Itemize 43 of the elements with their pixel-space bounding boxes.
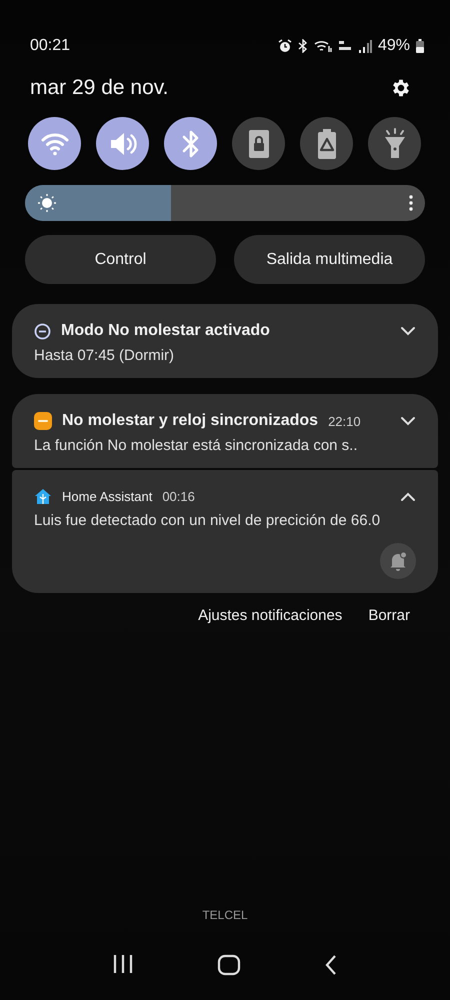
wifi-icon [314,39,332,53]
bluetooth-icon [180,128,200,158]
notification-card[interactable]: Modo No molestar activado Hasta 07:45 (Dormir) [12,304,438,378]
notification-time: 00:16 [162,489,195,504]
notification-text: Hasta 07:45 (Dormir) [34,347,176,364]
date: mar 29 de nov. [30,76,169,100]
back-icon [324,954,338,976]
power-saving-icon [316,128,336,160]
expand-icon[interactable] [400,326,416,336]
notification-time: 22:10 [328,414,361,428]
snooze-button[interactable] [380,543,416,579]
battery-percent: 49% [378,37,410,55]
notification-card[interactable]: Home Assistant 00:16 Luis fue detectado con un nivel de precición de 66.0 [12,470,438,593]
notification-title: Home Assistant [62,489,152,504]
more-icon[interactable] [409,194,413,212]
notification-title: No molestar y reloj sincronizados [62,412,318,430]
home-icon [216,954,241,976]
carrier-name: TELCEL [201,908,249,922]
battery-icon [416,39,424,53]
notification-title: Modo No molestar activado [61,322,270,340]
wifi-icon [40,130,70,156]
notification-card[interactable]: No molestar y reloj sincronizados 22:10 La función No molestar está sincronizada con s.. [12,394,438,468]
notification-action[interactable]: Borrar [368,607,410,624]
brightness-slider[interactable] [25,185,425,221]
house-icon [34,488,52,505]
panel-button[interactable]: Salida multimedia [234,235,425,284]
bell-icon [388,551,408,571]
sun-icon [38,194,56,212]
clock: 00:21 [30,37,70,55]
notification-action[interactable]: Ajustes notificaciones [198,607,342,624]
notification-text: Luis fue detectado con un nivel de precición de 66.0 [34,512,382,529]
app-icon [34,412,52,430]
notification-text: La función No molestar está sincronizada con s.. [34,437,359,454]
lock-screen-icon [248,128,270,158]
signal-icon [358,40,372,52]
do-not-disturb-icon [34,322,51,340]
recent-apps-icon [112,954,134,974]
alarm-icon [278,39,292,53]
expand-icon[interactable] [400,416,416,426]
bluetooth-icon [298,39,308,53]
collapse-icon[interactable] [400,492,416,502]
panel-button[interactable]: Control [25,235,216,284]
settings-icon[interactable] [390,77,412,99]
